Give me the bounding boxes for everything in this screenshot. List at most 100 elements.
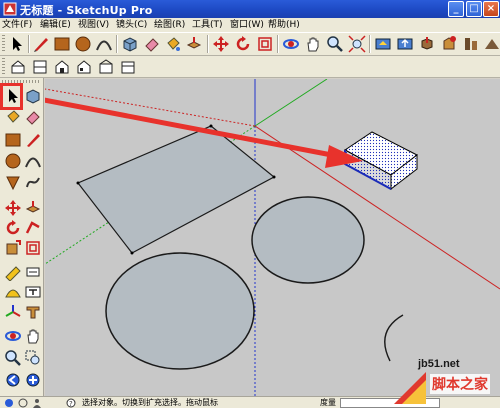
palette-polygon-icon[interactable] bbox=[4, 173, 22, 191]
palette-zoom-icon[interactable] bbox=[4, 349, 22, 367]
front-view-icon[interactable] bbox=[53, 58, 71, 76]
menu-edit[interactable]: 编辑(E) bbox=[40, 18, 71, 32]
vertex-point bbox=[209, 124, 213, 128]
menu-camera[interactable]: 镜头(C) bbox=[116, 18, 147, 32]
palette-offset-icon[interactable] bbox=[24, 239, 42, 257]
share-model-icon[interactable] bbox=[396, 35, 414, 53]
toolbar-grip[interactable] bbox=[2, 58, 5, 76]
palette-protractor-icon[interactable] bbox=[4, 283, 22, 301]
palette-circle-icon[interactable] bbox=[4, 152, 22, 170]
large-circle-face[interactable] bbox=[105, 252, 255, 370]
move-icon[interactable] bbox=[212, 35, 230, 53]
palette-component-icon[interactable] bbox=[24, 87, 42, 105]
palette-arc-icon[interactable] bbox=[24, 152, 42, 170]
arc-curve[interactable] bbox=[384, 314, 404, 362]
top-view-icon[interactable] bbox=[31, 58, 49, 76]
palette-paint-icon[interactable] bbox=[4, 108, 22, 126]
palette-zoom-window-icon[interactable] bbox=[24, 349, 42, 367]
toolbar-separator bbox=[28, 35, 30, 53]
scene-canvas bbox=[45, 79, 500, 396]
vertex-point bbox=[76, 181, 80, 185]
rectangle-icon[interactable] bbox=[53, 35, 71, 53]
palette-previous-view-icon[interactable] bbox=[4, 371, 22, 389]
make-component-icon[interactable] bbox=[121, 35, 139, 53]
sketchup-app-icon bbox=[3, 2, 17, 16]
left-view-icon[interactable] bbox=[119, 58, 137, 76]
palette-eraser-icon[interactable] bbox=[24, 108, 42, 126]
toolbar-separator bbox=[369, 35, 371, 53]
palette-axes-icon[interactable] bbox=[4, 303, 22, 321]
palette-scale-icon[interactable] bbox=[4, 239, 22, 257]
tool-palette bbox=[0, 78, 44, 396]
palette-line-icon[interactable] bbox=[24, 131, 42, 149]
watermark-site-name: 脚本之家 bbox=[430, 374, 490, 394]
user-icon[interactable] bbox=[32, 398, 42, 408]
svg-text:?: ? bbox=[69, 400, 73, 408]
help-icon[interactable]: ? bbox=[66, 398, 76, 408]
toolbar-separator bbox=[277, 35, 279, 53]
title-bar: 无标题 - SketchUp Pro _ □ × bbox=[0, 0, 500, 18]
menu-window[interactable]: 窗口(W) bbox=[230, 18, 264, 32]
palette-tape-measure-icon[interactable] bbox=[4, 263, 22, 281]
palette-move-icon[interactable] bbox=[4, 199, 22, 217]
rectangle-face[interactable] bbox=[77, 125, 276, 254]
modeling-viewport[interactable] bbox=[45, 79, 500, 396]
palette-text-icon[interactable] bbox=[24, 283, 42, 301]
toolbar-grip[interactable] bbox=[2, 35, 5, 53]
geolocation-icon[interactable] bbox=[4, 398, 14, 408]
measurements-label: 度量 bbox=[320, 398, 336, 407]
zoom-extents-icon[interactable] bbox=[348, 35, 366, 53]
menu-view[interactable]: 视图(V) bbox=[78, 18, 109, 32]
palette-rectangle-icon[interactable] bbox=[4, 131, 22, 149]
offset-icon[interactable] bbox=[256, 35, 274, 53]
views-toolbar bbox=[0, 56, 500, 78]
circle-icon[interactable] bbox=[74, 35, 92, 53]
status-hint-text: 选择对象。切换到扩充选择。拖动鼠标 bbox=[82, 398, 218, 407]
small-circle-face[interactable] bbox=[251, 196, 365, 284]
palette-dimension-icon[interactable] bbox=[24, 263, 42, 281]
palette-3d-text-icon[interactable] bbox=[24, 303, 42, 321]
toolbar-separator bbox=[116, 35, 118, 53]
select-tool-highlight-box bbox=[0, 83, 23, 110]
arc-icon[interactable] bbox=[95, 35, 113, 53]
rotate-icon[interactable] bbox=[234, 35, 252, 53]
sketchup-window: 无标题 - SketchUp Pro _ □ × 文件(F) 编辑(E) 视图(… bbox=[0, 0, 500, 408]
window-title: 无标题 - SketchUp Pro bbox=[20, 4, 153, 17]
palette-rotate-icon[interactable] bbox=[4, 219, 22, 237]
green-axis-line bbox=[254, 79, 328, 127]
right-view-icon[interactable] bbox=[75, 58, 93, 76]
menu-draw[interactable]: 绘图(R) bbox=[154, 18, 185, 32]
outliner-icon[interactable] bbox=[483, 35, 500, 53]
pan-hand-icon[interactable] bbox=[304, 35, 322, 53]
menu-tools[interactable]: 工具(T) bbox=[192, 18, 223, 32]
share-component-icon[interactable] bbox=[418, 35, 436, 53]
pencil-line-icon[interactable] bbox=[32, 35, 50, 53]
watermark-url: jb51.net bbox=[418, 358, 460, 370]
maximize-button[interactable]: □ bbox=[466, 1, 482, 17]
select-arrow-icon[interactable] bbox=[8, 35, 26, 53]
eraser-icon[interactable] bbox=[143, 35, 161, 53]
palette-followme-icon[interactable] bbox=[24, 219, 42, 237]
palette-orbit-icon[interactable] bbox=[4, 327, 22, 345]
minimize-button[interactable]: _ bbox=[448, 1, 464, 17]
palette-pan-icon[interactable] bbox=[24, 327, 42, 345]
paint-bucket-icon[interactable] bbox=[164, 35, 182, 53]
iso-view-icon[interactable] bbox=[9, 58, 27, 76]
extension-icon[interactable] bbox=[440, 35, 458, 53]
palette-freehand-icon[interactable] bbox=[24, 173, 42, 191]
vertex-point bbox=[130, 251, 134, 255]
vertex-point bbox=[272, 175, 276, 179]
menu-help[interactable]: 帮助(H) bbox=[268, 18, 300, 32]
push-pull-icon[interactable] bbox=[185, 35, 203, 53]
zoom-icon[interactable] bbox=[326, 35, 344, 53]
orbit-icon[interactable] bbox=[282, 35, 300, 53]
close-button[interactable]: × bbox=[483, 1, 499, 17]
get-models-icon[interactable] bbox=[374, 35, 392, 53]
layer-tool-icon[interactable] bbox=[462, 35, 480, 53]
menu-file[interactable]: 文件(F) bbox=[2, 18, 32, 32]
back-view-icon[interactable] bbox=[97, 58, 115, 76]
palette-zoom-extents-icon[interactable] bbox=[24, 371, 42, 389]
watermark-logo bbox=[394, 372, 426, 404]
credits-icon[interactable] bbox=[18, 398, 28, 408]
palette-pushpull-icon[interactable] bbox=[24, 199, 42, 217]
